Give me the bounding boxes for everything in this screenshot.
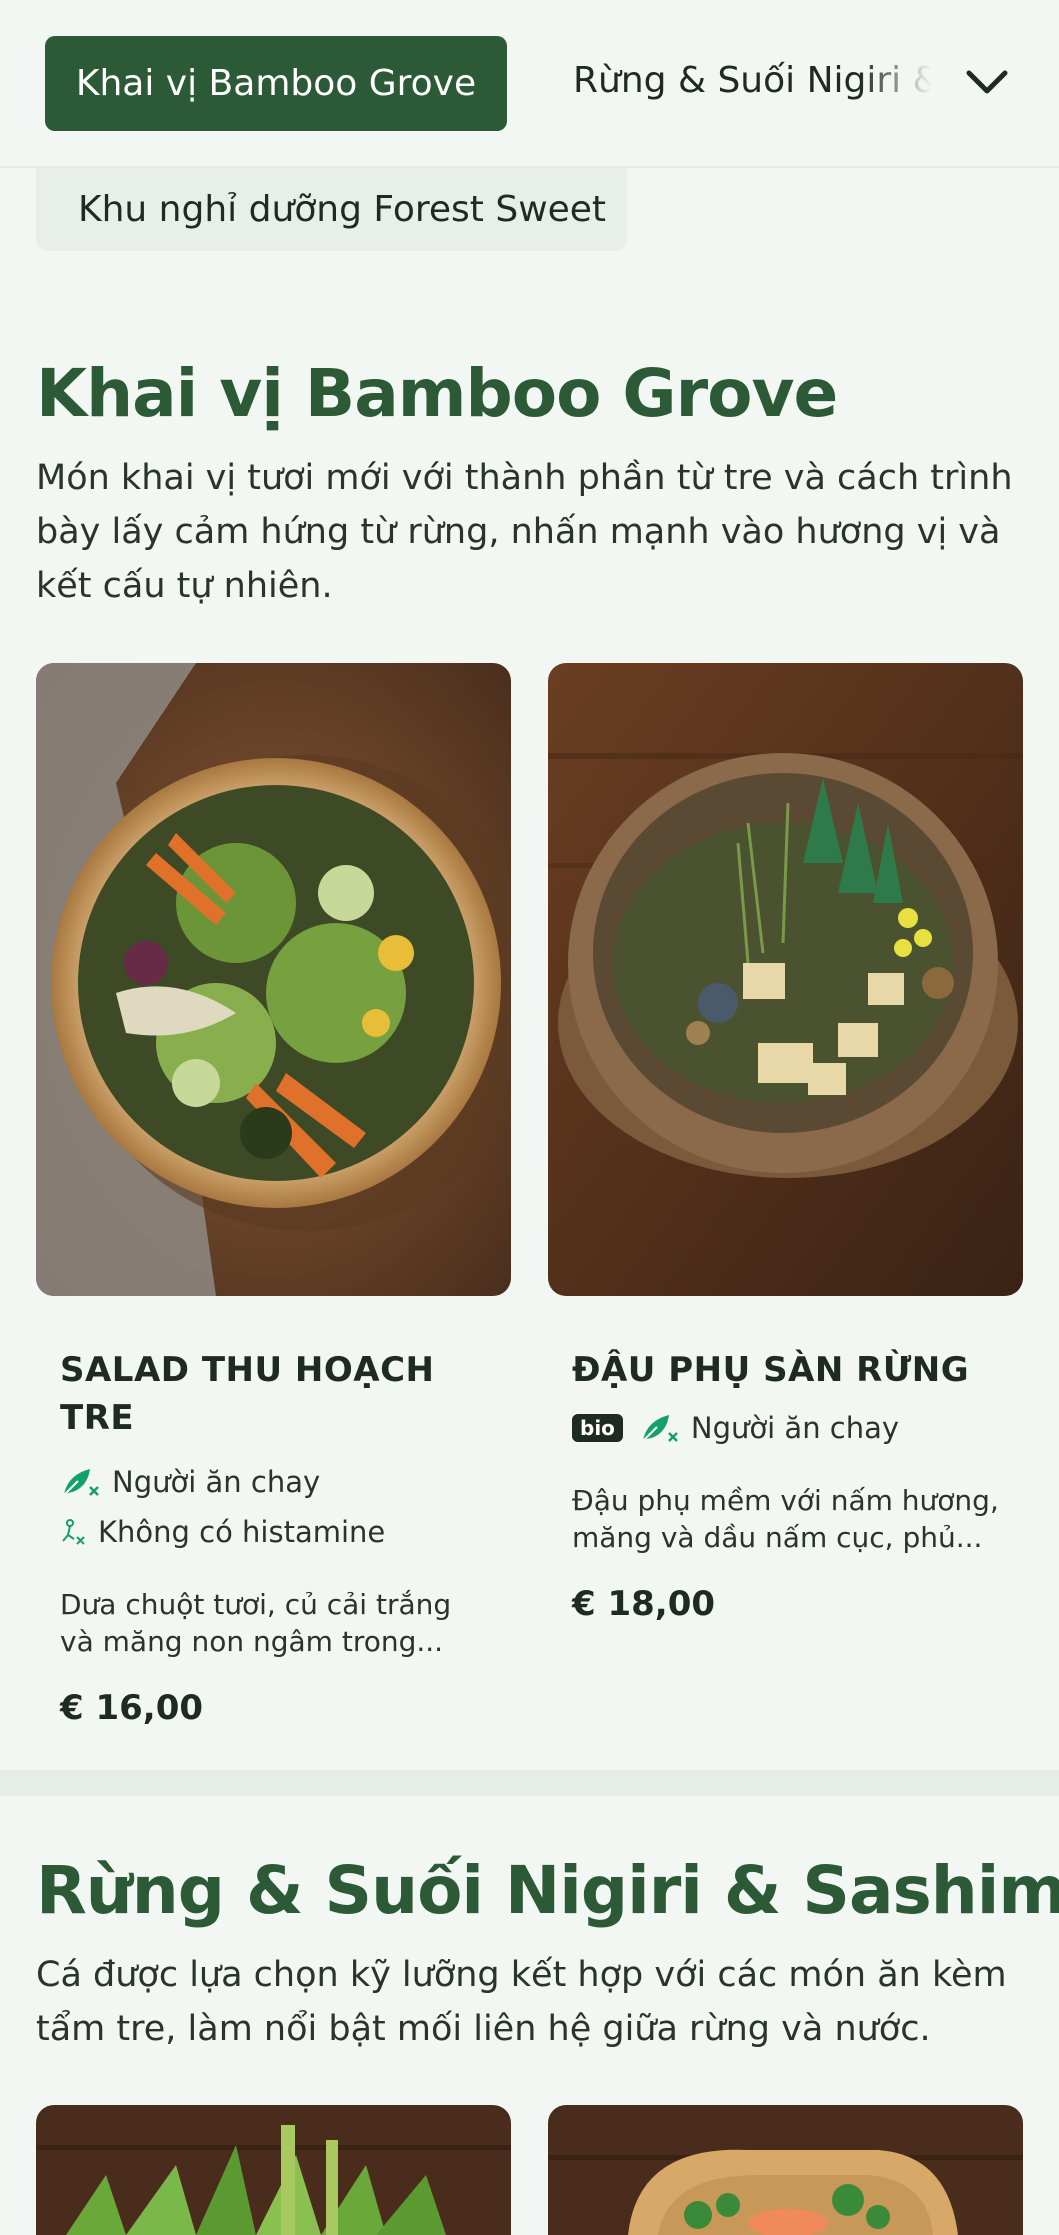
dietary-tag: bio Người ăn chay	[572, 1406, 999, 1450]
dish-description: Dưa chuột tươi, củ cải trắng và măng non…	[60, 1588, 452, 1658]
category-nav: Khai vị Bamboo Grove Rừng & Suối Nigiri …	[0, 0, 1059, 168]
dish-card[interactable]: ĐẬU PHỤ SÀN RỪNG bio Người ăn chay Đậu p…	[548, 663, 1023, 1624]
dish-card[interactable]: SALAD THU HOẠCH TRE Người ăn chay Không …	[36, 663, 511, 1728]
category-tab-forest-sweet[interactable]: Khu nghỉ dưỡng Forest Sweet	[36, 168, 627, 251]
vegetarian-leaf-icon	[639, 1411, 679, 1445]
tab-overflow-fade	[860, 45, 950, 125]
dish-image	[548, 663, 1023, 1296]
dish-name: SALAD THU HOẠCH TRE	[60, 1350, 435, 1438]
dish-image	[36, 2105, 511, 2235]
dietary-tag: Người ăn chay	[60, 1460, 487, 1504]
dish-price: € 18,00	[572, 1584, 716, 1624]
dish-image	[548, 2105, 1023, 2235]
section-title: Rừng & Suối Nigiri & Sashimi	[36, 1852, 1059, 1929]
section-description: Món khai vị tươi mới với thành phần từ t…	[36, 458, 1013, 606]
dish-image	[36, 663, 511, 1296]
dish-card[interactable]	[548, 2105, 1023, 2235]
vegetarian-leaf-icon	[60, 1465, 100, 1499]
section-divider	[0, 1770, 1059, 1796]
tag-label: Người ăn chay	[112, 1465, 321, 1499]
dish-card[interactable]	[36, 2105, 511, 2235]
chevron-down-icon[interactable]	[962, 58, 1012, 108]
section-title: Khai vị Bamboo Grove	[36, 355, 838, 432]
dish-price: € 16,00	[60, 1688, 204, 1728]
dietary-tag: Không có histamine	[60, 1510, 487, 1554]
category-tab-active[interactable]: Khai vị Bamboo Grove	[45, 36, 507, 131]
dish-name: ĐẬU PHỤ SÀN RỪNG	[572, 1350, 970, 1390]
histamine-free-icon	[60, 1517, 86, 1547]
section-description: Cá được lựa chọn kỹ lưỡng kết hợp với cá…	[36, 1955, 1007, 2049]
tag-label: Không có histamine	[98, 1515, 386, 1549]
bio-badge: bio	[572, 1414, 623, 1442]
tag-label: Người ăn chay	[690, 1411, 900, 1445]
dish-description: Đậu phụ mềm với nấm hương, măng và dầu n…	[572, 1484, 999, 1554]
